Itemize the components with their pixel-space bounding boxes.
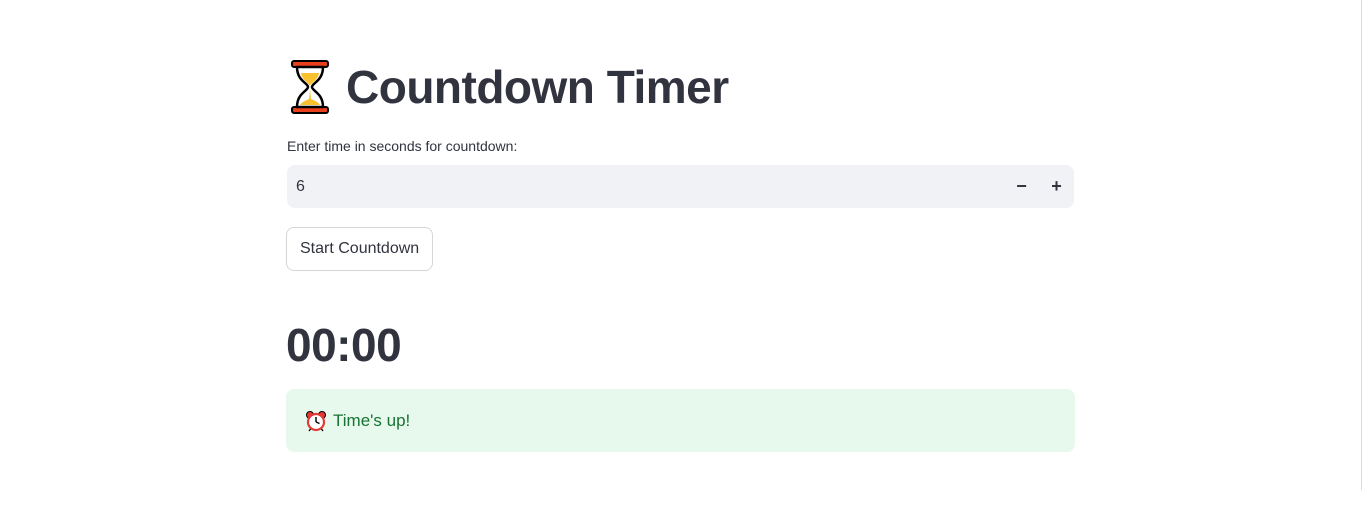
times-up-alert: Time's up! [286,389,1075,452]
countdown-seconds-input[interactable]: 6 − + [287,165,1074,208]
app-page: Countdown Timer Enter time in seconds fo… [0,0,1362,528]
increment-button[interactable]: + [1039,165,1074,208]
countdown-seconds-value[interactable]: 6 [287,178,1004,196]
alarm-clock-icon [306,410,326,431]
start-countdown-button[interactable]: Start Countdown [286,227,434,271]
countdown-seconds-label: Enter time in seconds for countdown: [287,138,518,154]
decrement-button[interactable]: − [1004,165,1039,208]
alert-message: Time's up! [333,410,411,430]
page-header: Countdown Timer [288,58,729,116]
hourglass-icon [291,60,329,114]
timer-display: 00:00 [286,319,402,371]
page-title: Countdown Timer [346,61,729,113]
